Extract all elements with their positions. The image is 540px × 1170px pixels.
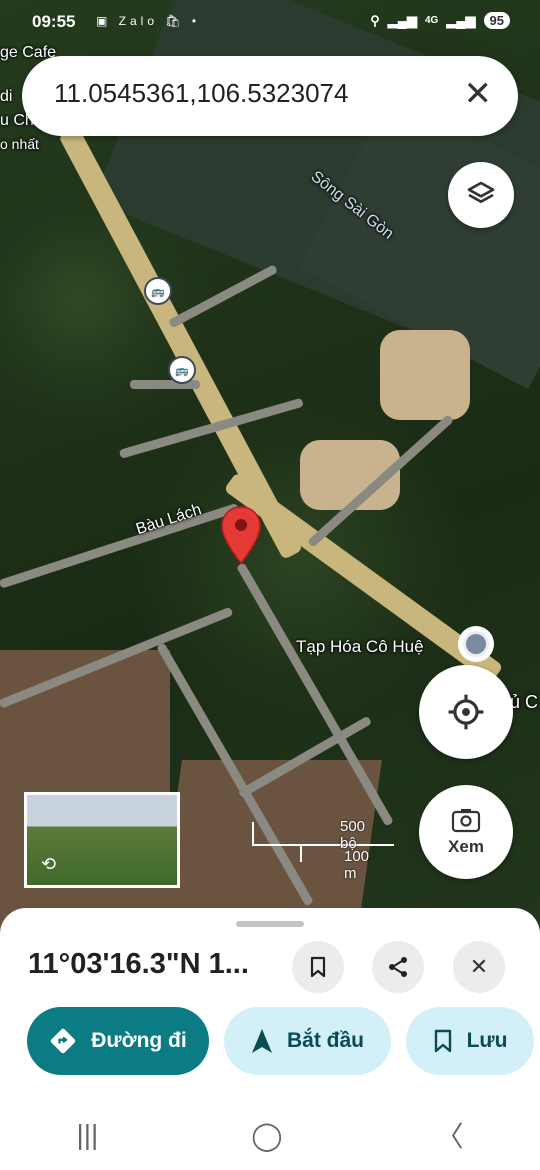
directions-icon	[51, 1028, 76, 1054]
rotate-360-icon: ⟲	[41, 854, 57, 874]
battery-indicator: 95	[483, 12, 510, 29]
bus-stop-icon[interactable]: 🚌	[168, 356, 196, 384]
my-location-button[interactable]	[419, 665, 513, 759]
bookmark-icon	[434, 1029, 451, 1053]
map-label: ủ C	[510, 692, 539, 712]
clear-search-icon[interactable]: ✕	[464, 74, 493, 114]
search-query[interactable]: 11.0545361,106.5323074	[54, 78, 348, 109]
layers-button[interactable]	[448, 162, 514, 228]
sheet-drag-handle[interactable]	[236, 921, 304, 927]
location-pin-icon	[221, 506, 261, 565]
close-button[interactable]: ✕	[453, 941, 505, 993]
notification-icons: ▣ Zalo 🛍 •	[96, 14, 201, 28]
scale-bar	[252, 822, 394, 846]
directions-label: Đường đi	[91, 1029, 187, 1052]
share-button[interactable]	[372, 941, 424, 993]
start-label: Bắt đầu	[286, 1029, 364, 1052]
scale-tick	[300, 844, 302, 862]
directions-button[interactable]: Đường đi	[27, 1007, 209, 1075]
search-bar[interactable]: 11.0545361,106.5323074 ✕	[22, 56, 518, 136]
save-label: Lưu	[466, 1029, 508, 1052]
close-icon: ✕	[469, 954, 489, 979]
camera-search-icon	[451, 809, 481, 833]
map-label: o nhất	[0, 136, 39, 152]
share-icon	[389, 957, 407, 977]
back-icon[interactable]: 〈	[436, 1115, 464, 1155]
recent-apps-icon[interactable]: |||	[76, 1119, 98, 1151]
save-button[interactable]: Lưu	[406, 1007, 534, 1075]
system-nav-bar: ||| ◯ 〈	[0, 1100, 540, 1170]
bookmark-icon	[310, 956, 326, 978]
status-bar: 09:55 ▣ Zalo 🛍 • ⚲ ▂▄▆ 4G ▂▄▆ 95	[0, 0, 540, 46]
coordinates-title: 11°03'16.3"N 1...	[28, 948, 249, 980]
bookmark-button[interactable]	[292, 941, 344, 993]
home-icon[interactable]: ◯	[251, 1119, 282, 1152]
explore-label: Xem	[448, 837, 484, 856]
poi-label[interactable]: Tạp Hóa Cô Huệ	[296, 637, 424, 657]
signal-icon: ▂▄▆	[387, 12, 417, 28]
map-label: di	[0, 88, 13, 105]
scale-metric: 100 m	[344, 848, 370, 882]
status-time: 09:55	[32, 12, 76, 31]
road	[167, 264, 279, 329]
navigation-arrow-icon	[251, 1029, 272, 1053]
start-button[interactable]: Bắt đầu	[224, 1007, 391, 1075]
street-view-thumbnail[interactable]: ⟲	[24, 792, 180, 888]
layers-icon	[467, 181, 495, 203]
signal-icon-2: ▂▄▆	[446, 12, 476, 28]
explore-button[interactable]: Xem	[419, 785, 513, 879]
crosshair-icon	[448, 694, 484, 730]
location-status-icon: ⚲	[370, 12, 380, 28]
sand-area	[380, 330, 470, 420]
bus-stop-icon[interactable]: 🚌	[144, 277, 172, 305]
poi-marker-icon[interactable]	[458, 626, 494, 662]
network-type: 4G	[424, 15, 439, 26]
scale-imperial: 500 bộ	[340, 818, 366, 852]
